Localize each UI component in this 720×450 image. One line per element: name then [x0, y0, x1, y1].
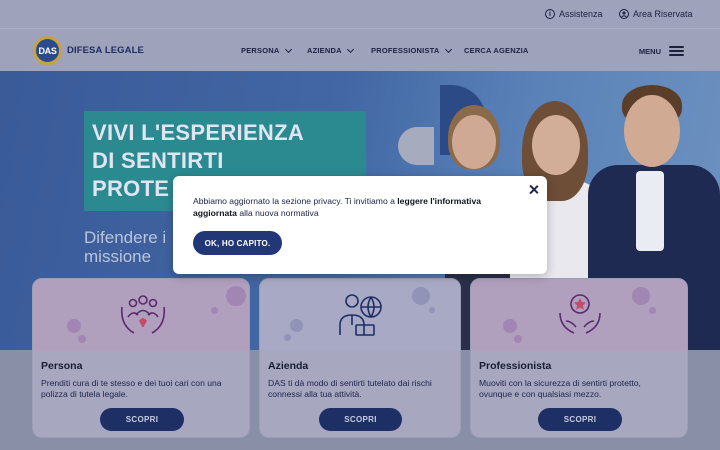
hamburger-icon — [669, 46, 684, 56]
nav-cerca-agenzia[interactable]: CERCA AGENZIA — [464, 46, 529, 55]
chevron-down-icon — [444, 45, 452, 53]
area-riservata-label: Area Riservata — [633, 9, 693, 19]
card-header — [33, 279, 249, 351]
businessman-globe-icon — [339, 294, 382, 336]
nav-professionista[interactable]: PROFESSIONISTA — [371, 45, 452, 55]
utility-bar: i Assistenza Area Riservata — [0, 0, 720, 28]
nav-professionista-label: PROFESSIONISTA — [371, 46, 440, 55]
card-persona: Persona Prenditi cura di te stesso e dei… — [32, 278, 250, 438]
main-header: DAS DIFESA LEGALE PERSONA AZIENDA PROFES… — [0, 28, 720, 71]
nav-azienda[interactable]: AZIENDA — [307, 45, 354, 55]
card-header — [260, 279, 460, 351]
card-description: DAS ti dà modo di sentirti tutelato dai … — [268, 378, 432, 399]
hero-subtitle: Difendere i missione — [84, 228, 166, 266]
family-hands-icon — [120, 295, 166, 334]
hero-title-line: VIVI L'ESPERIENZA — [92, 120, 305, 145]
logo-badge: DAS — [33, 36, 62, 65]
info-icon: i — [545, 9, 555, 19]
award-hands-icon — [559, 294, 601, 334]
logo-text: DIFESA LEGALE — [67, 45, 144, 56]
area-riservata-link[interactable]: Area Riservata — [619, 9, 693, 19]
nav-cerca-agenzia-label: CERCA AGENZIA — [464, 46, 529, 55]
card-title: Persona — [41, 360, 83, 372]
card-title: Azienda — [268, 360, 309, 372]
nav-azienda-label: AZIENDA — [307, 46, 342, 55]
card-azienda: Azienda DAS ti dà modo di sentirti tutel… — [259, 278, 461, 438]
menu-button[interactable]: MENU — [639, 46, 684, 56]
scopri-button[interactable]: SCOPRI — [319, 408, 402, 431]
card-header — [471, 279, 687, 351]
card-description: Muoviti con la sicurezza di sentirti pro… — [479, 378, 641, 399]
menu-label: MENU — [638, 46, 661, 56]
hero-subtitle-line: missione — [84, 247, 152, 266]
chevron-down-icon — [284, 45, 292, 53]
user-icon — [619, 9, 629, 19]
nav-persona[interactable]: PERSONA — [241, 45, 292, 55]
modal-text-after: alla nuova normativa — [236, 208, 319, 218]
assistenza-label: Assistenza — [559, 9, 603, 19]
card-description: Prenditi cura di te stesso e dei tuoi ca… — [41, 378, 222, 399]
card-title: Professionista — [479, 360, 552, 372]
modal-text-before: Abbiamo aggiornato la sezione privacy. T… — [193, 196, 398, 206]
nav-persona-label: PERSONA — [241, 46, 280, 55]
hero-subtitle-line: Difendere i — [84, 228, 167, 247]
assistenza-link[interactable]: i Assistenza — [545, 9, 603, 19]
ok-button[interactable]: OK, HO CAPITO. — [193, 231, 282, 255]
close-icon[interactable] — [528, 184, 539, 195]
scopri-button[interactable]: SCOPRI — [538, 408, 622, 431]
privacy-modal: Abbiamo aggiornato la sezione privacy. T… — [173, 176, 547, 274]
hero-title-line: DI SENTIRTI — [92, 148, 224, 173]
card-professionista: Professionista Muoviti con la sicurezza … — [470, 278, 688, 438]
decorative-shape — [398, 127, 434, 165]
logo[interactable]: DAS DIFESA LEGALE — [33, 36, 144, 65]
modal-message: Abbiamo aggiornato la sezione privacy. T… — [193, 195, 513, 219]
chevron-down-icon — [346, 45, 354, 53]
scopri-button[interactable]: SCOPRI — [100, 408, 184, 431]
